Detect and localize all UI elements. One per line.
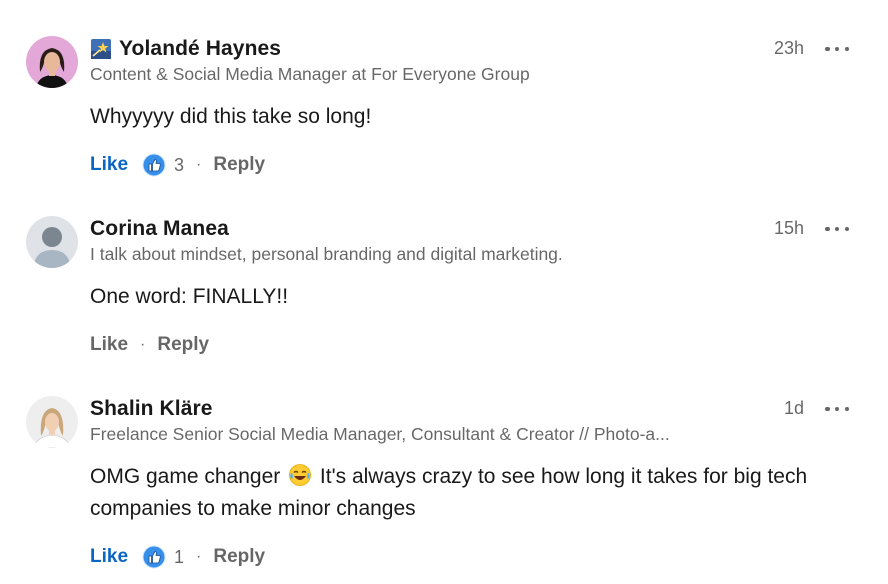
comment-author-headline: Content & Social Media Manager at For Ev… xyxy=(90,64,530,84)
comment-author-row: Corina Manea xyxy=(90,216,229,242)
reply-button[interactable]: Reply xyxy=(213,546,265,568)
comment-author-headline: I talk about mindset, personal branding … xyxy=(90,244,563,264)
comment-actions: Like · Reply xyxy=(90,332,209,358)
separator: · xyxy=(196,548,202,565)
more-options-button[interactable] xyxy=(825,218,849,240)
ellipsis-icon xyxy=(825,46,830,52)
comment-text: Whyyyyy did this take so long! xyxy=(90,105,372,128)
comments-list: Yolandé Haynes Content & Social Media Ma… xyxy=(0,0,888,584)
comment-actions: Like 3 · Reply xyxy=(90,152,265,178)
separator: · xyxy=(196,156,202,173)
avatar[interactable] xyxy=(26,396,78,448)
like-button[interactable]: Like xyxy=(90,334,128,356)
comment-actions: Like 1 · Reply xyxy=(90,544,265,570)
comment-text-part: OMG game changer xyxy=(90,465,287,488)
ellipsis-icon xyxy=(825,226,830,232)
comment-author-name[interactable]: Yolandé Haynes xyxy=(119,37,281,61)
reply-button[interactable]: Reply xyxy=(157,334,209,356)
thumbs-up-icon[interactable] xyxy=(142,153,166,177)
comment-timestamp: 15h xyxy=(773,218,804,238)
more-options-button[interactable] xyxy=(825,398,849,420)
comment-author-name[interactable]: Corina Manea xyxy=(90,217,229,241)
avatar[interactable] xyxy=(26,216,78,268)
comment-timestamp: 23h xyxy=(773,38,804,58)
comment-author-name[interactable]: Shalin Kläre xyxy=(90,397,213,421)
comment-author-headline: Freelance Senior Social Media Manager, C… xyxy=(90,424,670,444)
comment-text: One word: FINALLY!! xyxy=(90,285,289,308)
more-options-button[interactable] xyxy=(825,38,849,60)
reaction-count[interactable]: 1 xyxy=(174,547,184,568)
comment-author-row: Shalin Kläre xyxy=(90,396,213,422)
avatar[interactable] xyxy=(26,36,78,88)
shooting-star-icon xyxy=(90,38,112,60)
like-button[interactable]: Like xyxy=(90,546,128,568)
like-button[interactable]: Like xyxy=(90,154,128,176)
thumbs-up-icon[interactable] xyxy=(142,545,166,569)
comment-author-row: Yolandé Haynes xyxy=(90,36,281,62)
reaction-count[interactable]: 3 xyxy=(174,155,184,176)
comment-text: OMG game changer It's always crazy to se… xyxy=(90,461,850,525)
comment-timestamp: 1d xyxy=(783,398,804,418)
separator: · xyxy=(140,336,146,353)
reply-button[interactable]: Reply xyxy=(213,154,265,176)
tears-of-joy-emoji-icon xyxy=(288,463,312,487)
ellipsis-icon xyxy=(825,406,830,412)
